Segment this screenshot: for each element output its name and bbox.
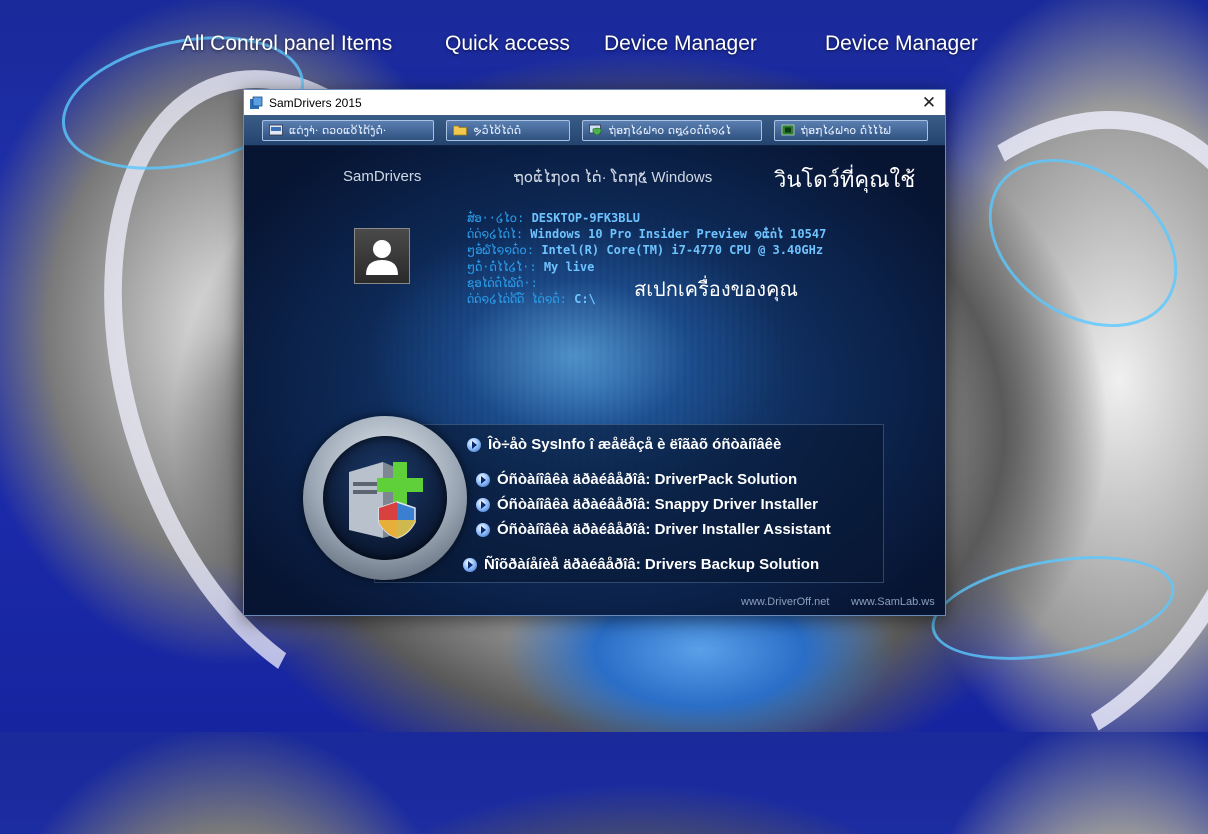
desktop-link-device-manager[interactable]: Device Manager bbox=[825, 32, 978, 56]
samdrivers-window: SamDrivers 2015 ✕ ແດ່ງາ່· ດວ໐ແ໐້ໄດ້ງ່ດ່ໍ… bbox=[243, 89, 946, 616]
desktop-link-quick-access[interactable]: Quick access bbox=[445, 32, 570, 56]
info-value: Windows 10 Pro Insider Preview ໑ແ໋ດ່ໄ 10… bbox=[530, 227, 827, 242]
info-key: ໆດ່໋·ດ່ໍໄໄ໒ໄໍ·: bbox=[467, 259, 544, 274]
menu-item-snappy-driver-installer[interactable]: Óñòàíîâêà äðàéâåðîâ: Snappy Driver Insta… bbox=[476, 496, 818, 513]
chip-icon bbox=[781, 124, 795, 136]
toolbar-label: ແດ່ງາ່· ດວ໐ແ໐້ໄດ້ງ່ດ່ໍ· bbox=[289, 123, 387, 137]
toolbar: ແດ່ງາ່· ດວ໐ແ໐້ໄດ້ງ່ດ່ໍ· ຯວ໋ໄ໐້ໄດ່ດໍໍ ຖ່ອ… bbox=[244, 115, 945, 146]
menu-item-label: Óñòàíîâêà äðàéâåðîâ: Snappy Driver Insta… bbox=[497, 496, 818, 513]
thai-windows-caption: วินโดว์ที่คุณใช้ bbox=[774, 168, 916, 193]
toolbar-button-1[interactable]: ແດ່ງາ່· ດວ໐ແ໐້ໄດ້ງ່ດ່ໍ· bbox=[262, 119, 434, 141]
info-value: Intel(R) Core(TM) i7-4770 CPU @ 3.40GHz bbox=[541, 243, 824, 258]
toolbar-button-4[interactable]: ຖ່ອ໗ໄ໒ຝາ໐ ດໍ່ໄໄໄຟ bbox=[774, 119, 928, 141]
toolbar-button-2[interactable]: ຯວ໋ໄ໐້ໄດ່ດໍໍ bbox=[446, 119, 570, 141]
brand-name: SamDrivers bbox=[343, 168, 422, 185]
os-label: ຖ໐ແ໋ໄ໗໐ດ ໄດ່· ໂດ໗໕ Windows bbox=[514, 169, 713, 186]
info-row-os: ດ່ດ່໑໒ໄດ່ໄ: Windows 10 Pro Insider Previ… bbox=[467, 226, 826, 242]
toolbar-label: ຖ່ອ໗ໄ໒ຝາ໐ ດໍ່ໄໄໄຟ bbox=[801, 123, 891, 137]
menu-item-drivers-backup-solution[interactable]: Ñîõðàíåíèå äðàéâåðîâ: Drivers Backup Sol… bbox=[463, 556, 819, 573]
footer-link-driveroff[interactable]: www.DriverOff.net bbox=[741, 596, 829, 608]
app-icon bbox=[250, 96, 263, 109]
info-value: My live bbox=[543, 259, 595, 274]
menu-item-driverpack-solution[interactable]: Óñòàíîâêà äðàéâåðîâ: DriverPack Solution bbox=[476, 471, 797, 488]
info-value: C:\ bbox=[574, 292, 596, 307]
info-row-computer: ສ໋ອ··໒ໄ໐: DESKTOP-9FK3BLU bbox=[467, 210, 826, 226]
desktop-link-control-panel[interactable]: All Control panel Items bbox=[181, 32, 392, 56]
info-row-cpu: ໆອ໋໖ໄ໑໑ດ໋໐: Intel(R) Core(TM) i7-4770 CP… bbox=[467, 242, 826, 258]
info-key: ຊອໄດ່ດ໋ໄ໖ດ໋·: bbox=[467, 275, 538, 290]
arrow-bullet-icon bbox=[467, 437, 481, 452]
title-bar[interactable]: SamDrivers 2015 ✕ bbox=[244, 90, 945, 115]
server-plus-shield-icon bbox=[349, 462, 423, 539]
desktop-link-device-manager[interactable]: Device Manager bbox=[604, 32, 757, 56]
orb-inner bbox=[323, 436, 447, 560]
arrow-bullet-icon bbox=[476, 472, 490, 487]
menu-item-label: Ñîõðàíåíèå äðàéâåðîâ: Drivers Backup Sol… bbox=[484, 556, 820, 573]
menu-item-driver-installer-assistant[interactable]: Óñòàíîâêà äðàéâåðîâ: Driver Installer As… bbox=[476, 521, 831, 538]
user-avatar-icon bbox=[354, 228, 410, 284]
info-value: DESKTOP-9FK3BLU bbox=[531, 211, 640, 225]
thai-spec-caption: สเปกเครื่องของคุณ bbox=[634, 277, 798, 301]
info-key: ໆອ໋໖ໄ໑໑ດ໋໐: bbox=[467, 243, 542, 258]
info-key: ດ່ດ່໑໒ໄດ່ດ້ດ໌ ໄດ່໑ດ໋: bbox=[467, 292, 575, 307]
driver-orb-icon bbox=[303, 416, 467, 580]
folder-icon bbox=[453, 125, 467, 136]
menu-item-label: Óñòàíîâêà äðàéâåðîâ: Driver Installer As… bbox=[497, 521, 831, 538]
info-key: ດ່ດ່໑໒ໄດ່ໄ: bbox=[467, 227, 531, 242]
drive-window-icon bbox=[269, 124, 283, 136]
menu-item-sysinfo-report[interactable]: Îò÷åò SysInfo î æåëåçå è ëîãàõ óñòàíîâêè bbox=[467, 436, 781, 453]
footer-link-samlab[interactable]: www.SamLab.ws bbox=[851, 596, 935, 608]
menu-item-label: Óñòàíîâêà äðàéâåðîâ: DriverPack Solution bbox=[497, 471, 798, 488]
toolbar-label: ຯວ໋ໄ໐້ໄດ່ດໍໍ bbox=[473, 123, 522, 137]
arrow-bullet-icon bbox=[476, 522, 490, 537]
menu-item-label: Îò÷åò SysInfo î æåëåçå è ëîãàõ óñòàíîâêè bbox=[488, 436, 782, 453]
user-silhouette-icon bbox=[366, 240, 398, 275]
close-icon[interactable]: ✕ bbox=[913, 90, 945, 115]
toolbar-label: ຖ່ອ໗ໄ໒ຝາ໐ ດ໘໒໐ດ໋ດ໋໑໒ໄ bbox=[609, 123, 731, 137]
info-key: ສ໋ອ··໒ໄ໐: bbox=[467, 211, 532, 225]
main-content: SamDrivers ຖ໐ແ໋ໄ໗໐ດ ໄດ່· ໂດ໗໕ Windows วิ… bbox=[244, 146, 945, 615]
arrow-bullet-icon bbox=[463, 557, 477, 572]
arrow-bullet-icon bbox=[476, 497, 490, 512]
window-title: SamDrivers 2015 bbox=[269, 95, 362, 110]
toolbar-button-3[interactable]: ຖ່ອ໗ໄ໒ຝາ໐ ດ໘໒໐ດ໋ດ໋໑໒ໄ bbox=[582, 119, 762, 141]
monitor-shield-icon bbox=[589, 124, 602, 136]
